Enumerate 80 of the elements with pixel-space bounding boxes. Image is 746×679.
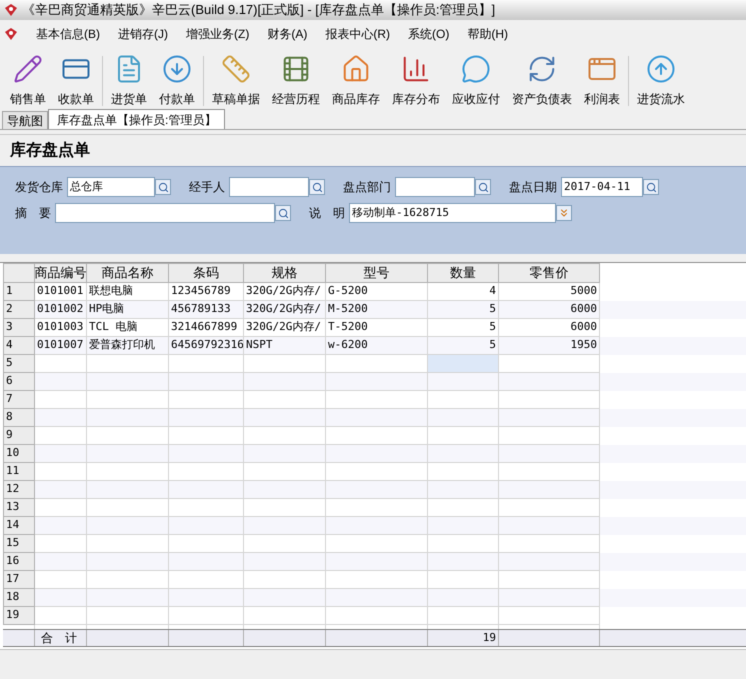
menu-item[interactable]: 系统(O) [408, 25, 450, 43]
lookup-icon[interactable] [643, 179, 659, 195]
row-number: 16 [3, 553, 35, 571]
lookup-icon[interactable] [155, 179, 171, 195]
menu-item[interactable]: 报表中心(R) [325, 25, 390, 43]
toolbar-button[interactable]: 资产负债表 [506, 52, 578, 110]
row-number: 7 [3, 391, 35, 409]
column-header[interactable]: 商品名称 [87, 263, 169, 283]
total-label: 合 计 [35, 630, 87, 646]
row-number: 4 [3, 337, 35, 355]
field-label: 摘 要 [15, 205, 51, 222]
logo-icon [4, 27, 18, 41]
row-number: 3 [3, 319, 35, 337]
toolbar-button[interactable]: 进货流水 [631, 52, 691, 110]
row-number: 8 [3, 409, 35, 427]
menu-item[interactable]: 进销存(J) [118, 25, 168, 43]
form-title: 库存盘点单 [10, 140, 90, 160]
input-field[interactable] [395, 177, 475, 197]
field-label: 说 明 [309, 205, 345, 222]
row-number: 19 [3, 607, 35, 625]
logo-icon [4, 3, 18, 17]
film-icon [281, 54, 311, 84]
toolbar-button[interactable]: 利润表 [578, 52, 626, 110]
menu-item[interactable]: 帮助(H) [467, 25, 508, 43]
toolbar-button[interactable]: 经营历程 [266, 52, 326, 110]
menu-item[interactable]: 财务(A) [267, 25, 308, 43]
chart-icon [401, 54, 431, 84]
input-field[interactable] [55, 203, 275, 223]
toolbar-button[interactable]: 商品库存 [326, 52, 386, 110]
column-header[interactable]: 条码 [169, 263, 244, 283]
lookup-icon[interactable] [309, 179, 325, 195]
field-label: 盘点日期 [509, 179, 557, 196]
field-label: 发货仓库 [15, 179, 63, 196]
row-number: 13 [3, 499, 35, 517]
row-number: 10 [3, 445, 35, 463]
row-number: 1 [3, 283, 35, 301]
expand-icon[interactable] [556, 205, 572, 221]
toolbar-button[interactable]: 库存分布 [386, 52, 446, 110]
tab[interactable]: 库存盘点单【操作员:管理员】 [48, 109, 226, 129]
column-header[interactable]: 型号 [326, 263, 428, 283]
row-number: 6 [3, 373, 35, 391]
chat-bubble-icon [461, 54, 491, 84]
ruler-icon [221, 54, 251, 84]
row-number: 15 [3, 535, 35, 553]
input-field[interactable]: 2017-04-11 [561, 177, 643, 197]
input-field[interactable] [229, 177, 309, 197]
window-title: 《辛巴商贸通精英版》辛巴云(Build 9.17)[正式版] - [库存盘点单【操作员:管理员】] [22, 1, 496, 20]
column-header[interactable]: 商品编号 [35, 263, 87, 283]
total-quantity: 19 [428, 630, 499, 646]
pencil-icon [13, 54, 43, 84]
table-cell [35, 607, 87, 625]
house-icon [341, 54, 371, 84]
toolbar-button[interactable]: 草稿单据 [206, 52, 266, 110]
row-number: 14 [3, 517, 35, 535]
row-number: 18 [3, 589, 35, 607]
menu-item[interactable]: 基本信息(B) [36, 25, 100, 43]
toolbar-button[interactable]: 销售单 [4, 52, 52, 110]
menu-item[interactable]: 增强业务(Z) [186, 25, 250, 43]
corner-cell [3, 263, 35, 283]
toolbar-button[interactable]: 付款单 [153, 52, 201, 110]
row-number: 17 [3, 571, 35, 589]
refresh-icon [527, 54, 557, 84]
toolbar-button[interactable]: 收款单 [52, 52, 100, 110]
row-number: 2 [3, 301, 35, 319]
column-header[interactable]: 零售价 [499, 263, 600, 283]
row-number: 5 [3, 355, 35, 373]
toolbar-button[interactable]: 应收应付 [446, 52, 506, 110]
row-number: 11 [3, 463, 35, 481]
tab[interactable]: 导航图 [2, 111, 48, 129]
row-number: 12 [3, 481, 35, 499]
toolbar-button[interactable]: 进货单 [105, 52, 153, 110]
column-header[interactable]: 数量 [428, 263, 499, 283]
column-header[interactable]: 规格 [244, 263, 326, 283]
input-field[interactable]: 总仓库 [67, 177, 155, 197]
lookup-icon[interactable] [475, 179, 491, 195]
row-number: 9 [3, 427, 35, 445]
lookup-icon[interactable] [275, 205, 291, 221]
input-field[interactable]: 移动制单-1628715 [349, 203, 556, 223]
field-label: 经手人 [189, 179, 225, 196]
field-label: 盘点部门 [343, 179, 391, 196]
